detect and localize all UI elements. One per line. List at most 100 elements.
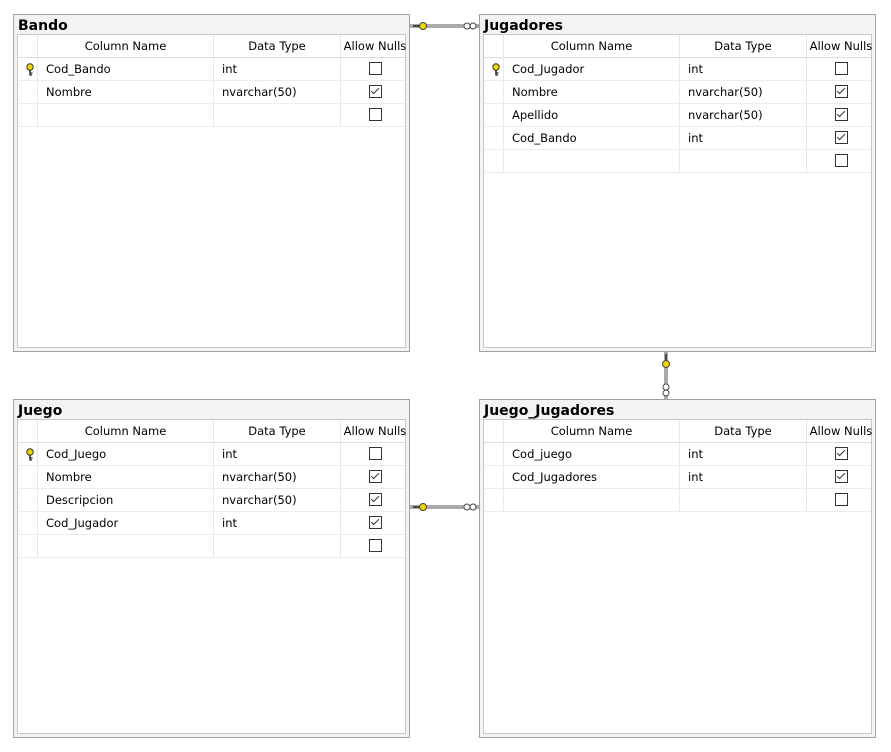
column-name-cell[interactable]: Descripcion bbox=[38, 489, 214, 511]
relationship-bando-jugadores[interactable] bbox=[410, 22, 479, 30]
row-selector[interactable] bbox=[484, 443, 504, 465]
column-row[interactable]: Cod_juego int bbox=[484, 443, 871, 466]
column-name-cell[interactable]: Cod_Jugador bbox=[38, 512, 214, 534]
column-row[interactable]: Descripcion nvarchar(50) bbox=[18, 489, 405, 512]
data-type-cell[interactable]: int bbox=[214, 58, 341, 80]
allow-nulls-checkbox[interactable] bbox=[834, 85, 848, 98]
allow-nulls-checkbox[interactable] bbox=[368, 447, 382, 460]
row-selector[interactable] bbox=[484, 58, 504, 80]
row-selector[interactable] bbox=[484, 150, 504, 172]
column-name-cell[interactable]: Cod_Jugadores bbox=[504, 466, 680, 488]
data-type-cell[interactable] bbox=[680, 150, 807, 172]
data-type-cell[interactable]: nvarchar(50) bbox=[214, 489, 341, 511]
row-selector[interactable] bbox=[484, 104, 504, 126]
relationship-jugadores-juegojugadores[interactable] bbox=[662, 352, 670, 399]
column-row[interactable]: Nombre nvarchar(50) bbox=[18, 466, 405, 489]
column-row[interactable]: Cod_Jugador int bbox=[484, 58, 871, 81]
allow-nulls-checkbox[interactable] bbox=[368, 539, 382, 552]
header-allow-nulls[interactable]: Allow Nulls bbox=[807, 420, 875, 442]
header-column-name[interactable]: Column Name bbox=[38, 35, 214, 57]
row-selector[interactable] bbox=[18, 512, 38, 534]
allow-nulls-checkbox[interactable] bbox=[834, 470, 848, 483]
data-type-cell[interactable]: int bbox=[680, 466, 807, 488]
column-row[interactable] bbox=[18, 104, 405, 127]
allow-nulls-checkbox[interactable] bbox=[834, 154, 848, 167]
column-row[interactable]: Cod_Juego int bbox=[18, 443, 405, 466]
column-name-cell[interactable] bbox=[38, 104, 214, 126]
column-name-cell[interactable]: Apellido bbox=[504, 104, 680, 126]
data-type-cell[interactable]: nvarchar(50) bbox=[214, 466, 341, 488]
allow-nulls-checkbox[interactable] bbox=[834, 447, 848, 460]
header-allow-nulls[interactable]: Allow Nulls bbox=[341, 35, 409, 57]
data-type-cell[interactable] bbox=[214, 104, 341, 126]
data-type-cell[interactable]: nvarchar(50) bbox=[680, 81, 807, 103]
table-jugadores[interactable]: Jugadores Column Name Data Type Allow Null… bbox=[479, 14, 876, 352]
row-selector[interactable] bbox=[484, 489, 504, 511]
allow-nulls-checkbox[interactable] bbox=[368, 516, 382, 529]
header-allow-nulls[interactable]: Allow Nulls bbox=[341, 420, 409, 442]
column-row[interactable]: Nombre nvarchar(50) bbox=[18, 81, 405, 104]
row-selector[interactable] bbox=[18, 104, 38, 126]
allow-nulls-checkbox[interactable] bbox=[834, 131, 848, 144]
header-column-name[interactable]: Column Name bbox=[504, 35, 680, 57]
data-type-cell[interactable]: int bbox=[680, 443, 807, 465]
row-selector[interactable] bbox=[18, 466, 38, 488]
data-type-cell[interactable]: int bbox=[680, 127, 807, 149]
column-row[interactable]: Cod_Jugador int bbox=[18, 512, 405, 535]
table-juego-jugadores[interactable]: Juego_Jugadores Column Name Data Type Allo… bbox=[479, 399, 876, 738]
column-name-cell[interactable]: Cod_Jugador bbox=[504, 58, 680, 80]
column-name-cell[interactable] bbox=[504, 150, 680, 172]
data-type-cell[interactable] bbox=[214, 535, 341, 557]
column-name-cell[interactable]: Cod_Bando bbox=[38, 58, 214, 80]
column-row[interactable]: Nombre nvarchar(50) bbox=[484, 81, 871, 104]
table-juego[interactable]: Juego Column Name Data Type Allow Nulls Cod… bbox=[13, 399, 410, 738]
column-name-cell[interactable] bbox=[38, 535, 214, 557]
allow-nulls-cell bbox=[807, 58, 875, 80]
column-row[interactable]: Apellido nvarchar(50) bbox=[484, 104, 871, 127]
row-selector[interactable] bbox=[18, 443, 38, 465]
allow-nulls-checkbox[interactable] bbox=[834, 108, 848, 121]
column-row[interactable]: Cod_Jugadores int bbox=[484, 466, 871, 489]
data-type-cell[interactable]: int bbox=[214, 443, 341, 465]
allow-nulls-checkbox[interactable] bbox=[368, 108, 382, 121]
column-row[interactable] bbox=[18, 535, 405, 558]
column-name-cell[interactable]: Cod_juego bbox=[504, 443, 680, 465]
allow-nulls-checkbox[interactable] bbox=[834, 62, 848, 75]
column-row[interactable]: Cod_Bando int bbox=[484, 127, 871, 150]
column-row[interactable] bbox=[484, 489, 871, 512]
column-name-cell[interactable]: Nombre bbox=[504, 81, 680, 103]
relationship-juego-juegojugadores[interactable] bbox=[410, 503, 479, 511]
data-type-cell[interactable] bbox=[680, 489, 807, 511]
data-type-cell[interactable]: nvarchar(50) bbox=[214, 81, 341, 103]
column-name-cell[interactable]: Cod_Bando bbox=[504, 127, 680, 149]
row-selector[interactable] bbox=[18, 535, 38, 557]
header-column-name[interactable]: Column Name bbox=[38, 420, 214, 442]
header-data-type[interactable]: Data Type bbox=[680, 420, 807, 442]
row-selector[interactable] bbox=[484, 81, 504, 103]
header-data-type[interactable]: Data Type bbox=[214, 420, 341, 442]
column-name-cell[interactable]: Nombre bbox=[38, 466, 214, 488]
header-column-name[interactable]: Column Name bbox=[504, 420, 680, 442]
row-selector[interactable] bbox=[18, 489, 38, 511]
allow-nulls-checkbox[interactable] bbox=[368, 493, 382, 506]
allow-nulls-checkbox[interactable] bbox=[368, 470, 382, 483]
allow-nulls-checkbox[interactable] bbox=[368, 85, 382, 98]
table-bando[interactable]: Bando Column Name Data Type Allow Nulls Cod… bbox=[13, 14, 410, 352]
header-data-type[interactable]: Data Type bbox=[680, 35, 807, 57]
column-name-cell[interactable] bbox=[504, 489, 680, 511]
column-name-cell[interactable]: Cod_Juego bbox=[38, 443, 214, 465]
allow-nulls-checkbox[interactable] bbox=[834, 493, 848, 506]
row-selector[interactable] bbox=[18, 81, 38, 103]
column-row[interactable]: Cod_Bando int bbox=[18, 58, 405, 81]
data-type-cell[interactable]: int bbox=[214, 512, 341, 534]
column-name-cell[interactable]: Nombre bbox=[38, 81, 214, 103]
header-data-type[interactable]: Data Type bbox=[214, 35, 341, 57]
header-allow-nulls[interactable]: Allow Nulls bbox=[807, 35, 875, 57]
column-row[interactable] bbox=[484, 150, 871, 173]
data-type-cell[interactable]: nvarchar(50) bbox=[680, 104, 807, 126]
row-selector[interactable] bbox=[484, 127, 504, 149]
row-selector[interactable] bbox=[484, 466, 504, 488]
allow-nulls-checkbox[interactable] bbox=[368, 62, 382, 75]
data-type-cell[interactable]: int bbox=[680, 58, 807, 80]
row-selector[interactable] bbox=[18, 58, 38, 80]
